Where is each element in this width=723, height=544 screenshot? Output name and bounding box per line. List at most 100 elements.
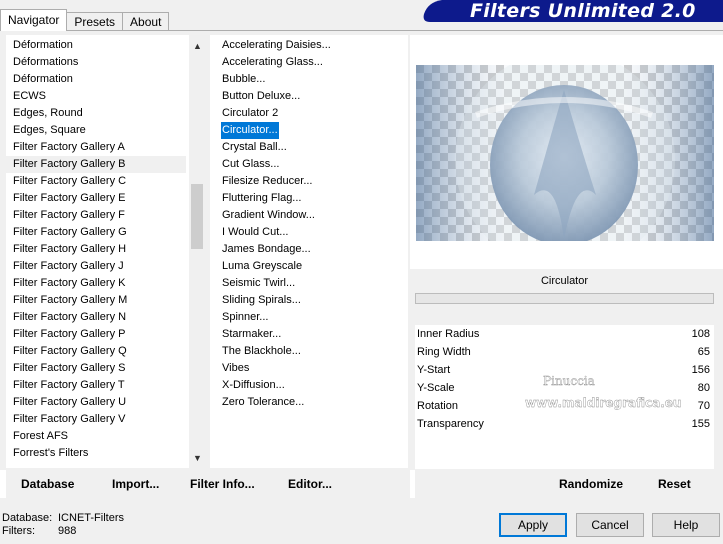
filter-item-label: Accelerating Glass... — [222, 56, 323, 68]
param-row[interactable]: Rotation 70 — [415, 397, 714, 415]
category-item[interactable]: Filter Factory Gallery B — [6, 156, 186, 173]
category-item[interactable]: Filter Factory Gallery T — [6, 377, 186, 394]
category-item[interactable]: Forrest's Filters — [6, 445, 186, 462]
category-list: Déformation Déformations Déformation ECWS Ed… — [6, 37, 186, 462]
filter-item[interactable]: Bubble... — [210, 71, 408, 88]
filter-item[interactable]: I Would Cut... — [210, 224, 408, 241]
category-item[interactable]: ECWS — [6, 88, 186, 105]
category-item[interactable]: Filter Factory Gallery J — [6, 258, 186, 275]
param-row-empty — [415, 433, 714, 451]
filter-item-label: Crystal Ball... — [222, 141, 287, 153]
tab-navigator[interactable]: Navigator — [0, 9, 68, 31]
filter-item-label: X-Diffusion... — [222, 379, 285, 391]
scroll-thumb[interactable] — [191, 184, 203, 249]
filter-item[interactable]: Crystal Ball... — [210, 139, 408, 156]
category-item[interactable]: Déformation — [6, 71, 186, 88]
category-item[interactable]: Filter Factory Gallery S — [6, 360, 186, 377]
filter-item[interactable]: Circulator... — [210, 122, 408, 139]
filter-info-button[interactable]: Filter Info... — [190, 477, 255, 491]
help-button[interactable]: Help — [652, 513, 720, 537]
filter-item[interactable]: Circulator 2 — [210, 105, 408, 122]
filter-item[interactable]: Luma Greyscale — [210, 258, 408, 275]
category-item[interactable]: Filter Factory Gallery A — [6, 139, 186, 156]
scroll-up-icon[interactable]: ▲ — [189, 37, 203, 54]
editor-button[interactable]: Editor... — [288, 477, 332, 491]
category-item[interactable]: Déformations — [6, 54, 186, 71]
database-button[interactable]: Database — [21, 477, 74, 491]
category-item[interactable]: Filter Factory Gallery H — [6, 241, 186, 258]
apply-button[interactable]: Apply — [499, 513, 567, 537]
randomize-button[interactable]: Randomize — [559, 477, 623, 491]
filter-item[interactable]: Starmaker... — [210, 326, 408, 343]
category-item[interactable]: Filter Factory Gallery N — [6, 309, 186, 326]
param-row[interactable]: Ring Width 65 — [415, 343, 714, 361]
tab-about[interactable]: About — [122, 12, 170, 31]
scroll-down-icon[interactable]: ▼ — [189, 449, 203, 466]
filters-label: Filters: — [2, 525, 35, 537]
category-item[interactable]: Filter Factory Gallery M — [6, 292, 186, 309]
preview-filter-name: Circulator — [540, 275, 589, 287]
category-item[interactable]: Filter Factory Gallery G — [6, 224, 186, 241]
param-name: Rotation — [417, 400, 458, 412]
category-item[interactable]: Filter Factory Gallery C — [6, 173, 186, 190]
filter-item-label: Bubble... — [222, 73, 266, 85]
filter-item[interactable]: Zero Tolerance... — [210, 394, 408, 411]
category-item[interactable]: Filter Factory Gallery V — [6, 411, 186, 428]
param-value: 65 — [697, 346, 710, 358]
filter-list: Accelerating Daisies... Accelerating Glas… — [210, 37, 408, 411]
param-name: Y-Scale — [417, 382, 455, 394]
param-row[interactable]: Y-Start 156 — [415, 361, 714, 379]
filter-item[interactable]: Button Deluxe... — [210, 88, 408, 105]
filter-item-label: James Bondage... — [222, 243, 311, 255]
status-area: Database: ICNET-Filters Filters: 988 — [2, 512, 124, 538]
filter-item[interactable]: Sliding Spirals... — [210, 292, 408, 309]
category-item[interactable]: Edges, Square — [6, 122, 186, 139]
preview-image — [416, 65, 714, 241]
category-item[interactable]: Déformation — [6, 37, 186, 54]
filter-item[interactable]: Spinner... — [210, 309, 408, 326]
category-scrollbar[interactable]: ▲ ▼ — [189, 35, 203, 468]
filter-item[interactable]: Vibes — [210, 360, 408, 377]
header: Filters Unlimited 2.0 Navigator Presets … — [0, 0, 723, 31]
category-item[interactable]: Edges, Round — [6, 105, 186, 122]
filter-item-label: Cut Glass... — [222, 158, 280, 170]
tab-presets[interactable]: Presets — [66, 12, 124, 31]
filter-item[interactable]: Cut Glass... — [210, 156, 408, 173]
filter-item[interactable]: James Bondage... — [210, 241, 408, 258]
category-item[interactable]: Filter Factory Gallery K — [6, 275, 186, 292]
filter-item[interactable]: Accelerating Glass... — [210, 54, 408, 71]
param-value: 70 — [697, 400, 710, 412]
filter-item[interactable]: Filesize Reducer... — [210, 173, 408, 190]
import-button[interactable]: Import... — [112, 477, 159, 491]
param-row[interactable]: Transparency 155 — [415, 415, 714, 433]
category-list-panel: Déformation Déformations Déformation ECWS Ed… — [6, 35, 203, 468]
filter-item-label: The Blackhole... — [222, 345, 301, 357]
category-item[interactable]: Filter Factory Gallery P — [6, 326, 186, 343]
filter-item-label: Spinner... — [222, 311, 269, 323]
category-item[interactable]: Filter Factory Gallery Q — [6, 343, 186, 360]
filter-item-label: Vibes — [222, 362, 250, 374]
filter-item[interactable]: Accelerating Daisies... — [210, 37, 408, 54]
param-name: Inner Radius — [417, 328, 480, 340]
filter-item[interactable]: Fluttering Flag... — [210, 190, 408, 207]
preview-panel — [410, 35, 723, 269]
category-item[interactable]: Filter Factory Gallery E — [6, 190, 186, 207]
param-name: Transparency — [417, 418, 484, 430]
filter-item-label: Fluttering Flag... — [222, 192, 302, 204]
param-row[interactable]: Inner Radius 108 — [415, 325, 714, 343]
filter-item[interactable]: Seismic Twirl... — [210, 275, 408, 292]
content-border — [0, 30, 723, 31]
filter-item-label: Seismic Twirl... — [222, 277, 296, 289]
filter-item[interactable]: X-Diffusion... — [210, 377, 408, 394]
category-item[interactable]: Filter Factory Gallery F — [6, 207, 186, 224]
filter-item-label: Circulator 2 — [222, 107, 279, 119]
filter-item[interactable]: Gradient Window... — [210, 207, 408, 224]
reset-button[interactable]: Reset — [658, 477, 691, 491]
param-row[interactable]: Y-Scale 80 — [415, 379, 714, 397]
category-item[interactable]: Filter Factory Gallery U — [6, 394, 186, 411]
param-value: 155 — [691, 418, 710, 430]
cancel-button[interactable]: Cancel — [576, 513, 644, 537]
category-item[interactable]: Forest AFS — [6, 428, 186, 445]
param-row-empty — [415, 451, 714, 469]
filter-item[interactable]: The Blackhole... — [210, 343, 408, 360]
